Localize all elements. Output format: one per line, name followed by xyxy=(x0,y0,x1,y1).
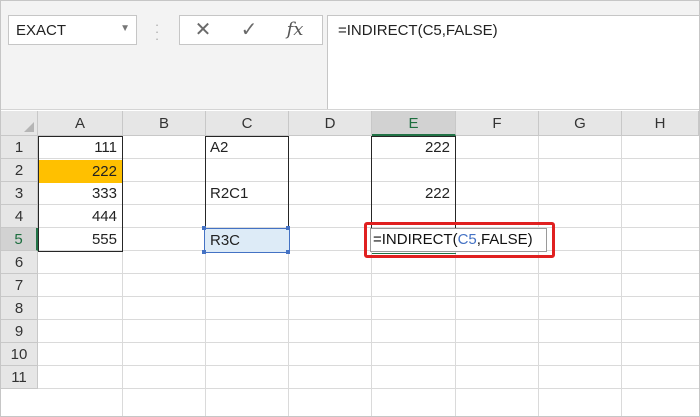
drag-handle-icon[interactable]: · · · xyxy=(153,18,161,45)
worksheet-grid: A B C D E F G H 1 2 3 4 5 6 7 8 9 10 11 xyxy=(1,111,699,416)
column-header-b[interactable]: B xyxy=(123,111,206,136)
column-header-d[interactable]: D xyxy=(289,111,372,136)
cell-a2[interactable]: 222 xyxy=(39,160,122,183)
cell-a1[interactable]: 111 xyxy=(38,136,122,159)
cell-a4[interactable]: 444 xyxy=(38,205,122,228)
row-header-6[interactable]: 6 xyxy=(1,251,38,274)
row-header-2[interactable]: 2 xyxy=(1,159,38,182)
formula-area: EXACT ▼ · · · ✕ ✓ fx =INDIRECT(C5,FALSE) xyxy=(1,1,699,110)
row-header-11[interactable]: 11 xyxy=(1,366,38,389)
column-header-e[interactable]: E xyxy=(372,111,456,136)
column-header-a[interactable]: A xyxy=(38,111,123,136)
cell-c1[interactable]: A2 xyxy=(205,136,288,159)
row-header-10[interactable]: 10 xyxy=(1,343,38,366)
cell-c3[interactable]: R2C1 xyxy=(205,182,288,205)
formula-input[interactable]: =INDIRECT(C5,FALSE) xyxy=(327,15,699,109)
column-header-g[interactable]: G xyxy=(539,111,622,136)
name-box-value: EXACT xyxy=(16,22,67,39)
row-header-9[interactable]: 9 xyxy=(1,320,38,343)
column-header-c[interactable]: C xyxy=(206,111,289,136)
select-all-icon xyxy=(24,122,34,132)
spreadsheet-window: EXACT ▼ · · · ✕ ✓ fx =INDIRECT(C5,FALSE) A… xyxy=(0,0,700,417)
cell-a5[interactable]: 555 xyxy=(38,228,122,251)
cell-c5[interactable]: R3C xyxy=(205,229,288,252)
gridline xyxy=(38,181,699,182)
formula-buttons: ✕ ✓ fx xyxy=(179,15,323,45)
gridline xyxy=(38,158,699,159)
formula-text: =INDIRECT(C5,FALSE) xyxy=(338,22,498,39)
gridline xyxy=(38,319,699,320)
cell-e3[interactable]: 222 xyxy=(371,182,455,205)
row-header-8[interactable]: 8 xyxy=(1,297,38,320)
cell-e1[interactable]: 222 xyxy=(371,136,455,159)
gridline xyxy=(38,342,699,343)
gridline xyxy=(38,296,699,297)
row-header-4[interactable]: 4 xyxy=(1,205,38,228)
gridline xyxy=(38,365,699,366)
enter-check-icon[interactable]: ✓ xyxy=(234,19,264,41)
row-header-7[interactable]: 7 xyxy=(1,274,38,297)
gridline xyxy=(38,388,699,389)
row-header-3[interactable]: 3 xyxy=(1,182,38,205)
row-header-5[interactable]: 5 xyxy=(1,228,38,251)
insert-function-icon[interactable]: fx xyxy=(280,19,310,41)
annotation-highlight-box xyxy=(364,222,555,258)
gridline xyxy=(621,136,622,416)
gridline xyxy=(538,136,539,416)
cell-a3[interactable]: 333 xyxy=(38,182,122,205)
gridline xyxy=(38,273,699,274)
column-header-f[interactable]: F xyxy=(456,111,539,136)
name-box-dropdown-icon[interactable]: ▼ xyxy=(120,23,130,34)
gridline xyxy=(38,204,699,205)
cancel-icon[interactable]: ✕ xyxy=(188,19,218,41)
column-header-h[interactable]: H xyxy=(622,111,699,136)
row-header-1[interactable]: 1 xyxy=(1,136,38,159)
name-box[interactable]: EXACT ▼ xyxy=(8,15,137,45)
cells-area[interactable]: 222 111 333 444 555 A2 R2C1 R3C 222 222 … xyxy=(38,136,699,416)
select-all-corner[interactable] xyxy=(1,111,38,136)
